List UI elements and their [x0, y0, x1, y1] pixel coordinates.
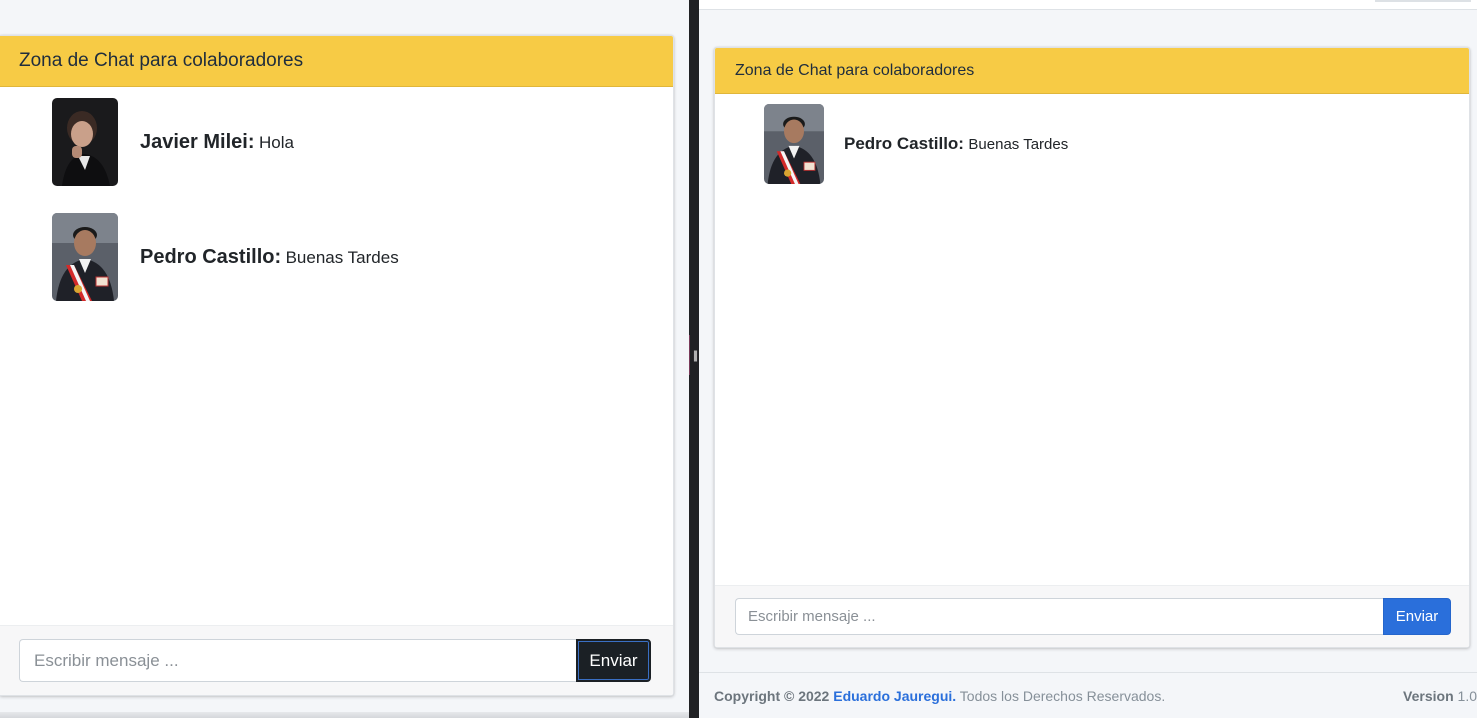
- chat-card-footer: Enviar: [715, 585, 1469, 647]
- navbar-edge: [1375, 0, 1471, 2]
- chat-card-header: Zona de Chat para colaboradores: [715, 48, 1469, 94]
- message-body: Buenas Tardes: [285, 247, 399, 267]
- message-input-group: Enviar: [19, 639, 651, 682]
- chat-title: Zona de Chat para colaboradores: [19, 50, 304, 71]
- author-link[interactable]: Eduardo Jauregui.: [833, 688, 956, 704]
- window-bottom-edge: [0, 712, 689, 718]
- avatar-milei-photo: [52, 98, 118, 186]
- message-text: Pedro Castillo: Buenas Tardes: [140, 246, 399, 269]
- chat-message: Javier Milei: Hola: [52, 98, 294, 186]
- copyright-prefix: Copyright © 2022: [714, 687, 830, 704]
- avatar-castillo-photo: [52, 213, 118, 301]
- chat-message: Pedro Castillo: Buenas Tardes: [52, 213, 399, 301]
- send-button[interactable]: Enviar: [576, 639, 651, 682]
- chat-card-footer: Enviar: [0, 625, 673, 695]
- drag-handle-icon[interactable]: |||: [689, 335, 699, 375]
- message-input[interactable]: [19, 639, 576, 682]
- rights-text: Todos los Derechos Reservados.: [959, 687, 1166, 704]
- message-body: Hola: [258, 132, 294, 152]
- chat-message: Pedro Castillo: Buenas Tardes: [764, 104, 1068, 184]
- top-navbar: [699, 0, 1477, 10]
- version-value: 1.0: [1457, 687, 1477, 704]
- message-author: Pedro Castillo:: [140, 245, 282, 268]
- message-text: Javier Milei: Hola: [140, 131, 294, 154]
- message-author: Javier Milei:: [140, 130, 255, 153]
- page-footer: Copyright © 2022 Eduardo Jauregui. Todos…: [699, 672, 1477, 718]
- message-text: Pedro Castillo: Buenas Tardes: [844, 134, 1068, 154]
- chat-messages: Pedro Castillo: Buenas Tardes: [715, 94, 1469, 585]
- chat-messages: Javier Milei: Hola Pedro Castillo: Buena…: [0, 87, 673, 625]
- message-input-group: Enviar: [735, 598, 1451, 635]
- message-body: Buenas Tardes: [968, 136, 1069, 153]
- copyright: Copyright © 2022 Eduardo Jauregui. Todos…: [714, 688, 1165, 704]
- message-input[interactable]: [735, 598, 1383, 635]
- left-window: Zona de Chat para colaboradores Javier M…: [0, 0, 689, 718]
- send-button[interactable]: Enviar: [1383, 598, 1451, 635]
- chat-card: Zona de Chat para colaboradores Pedro Ca…: [714, 47, 1470, 648]
- version-label: Version: [1403, 687, 1454, 704]
- chat-card-header: Zona de Chat para colaboradores: [0, 36, 673, 87]
- version-info: Version 1.0: [1403, 688, 1477, 704]
- chat-title: Zona de Chat para colaboradores: [735, 61, 975, 79]
- chat-card: Zona de Chat para colaboradores Javier M…: [0, 35, 674, 696]
- right-window: Zona de Chat para colaboradores Pedro Ca…: [699, 0, 1477, 718]
- message-author: Pedro Castillo:: [844, 134, 964, 153]
- avatar-castillo-photo: [764, 104, 824, 184]
